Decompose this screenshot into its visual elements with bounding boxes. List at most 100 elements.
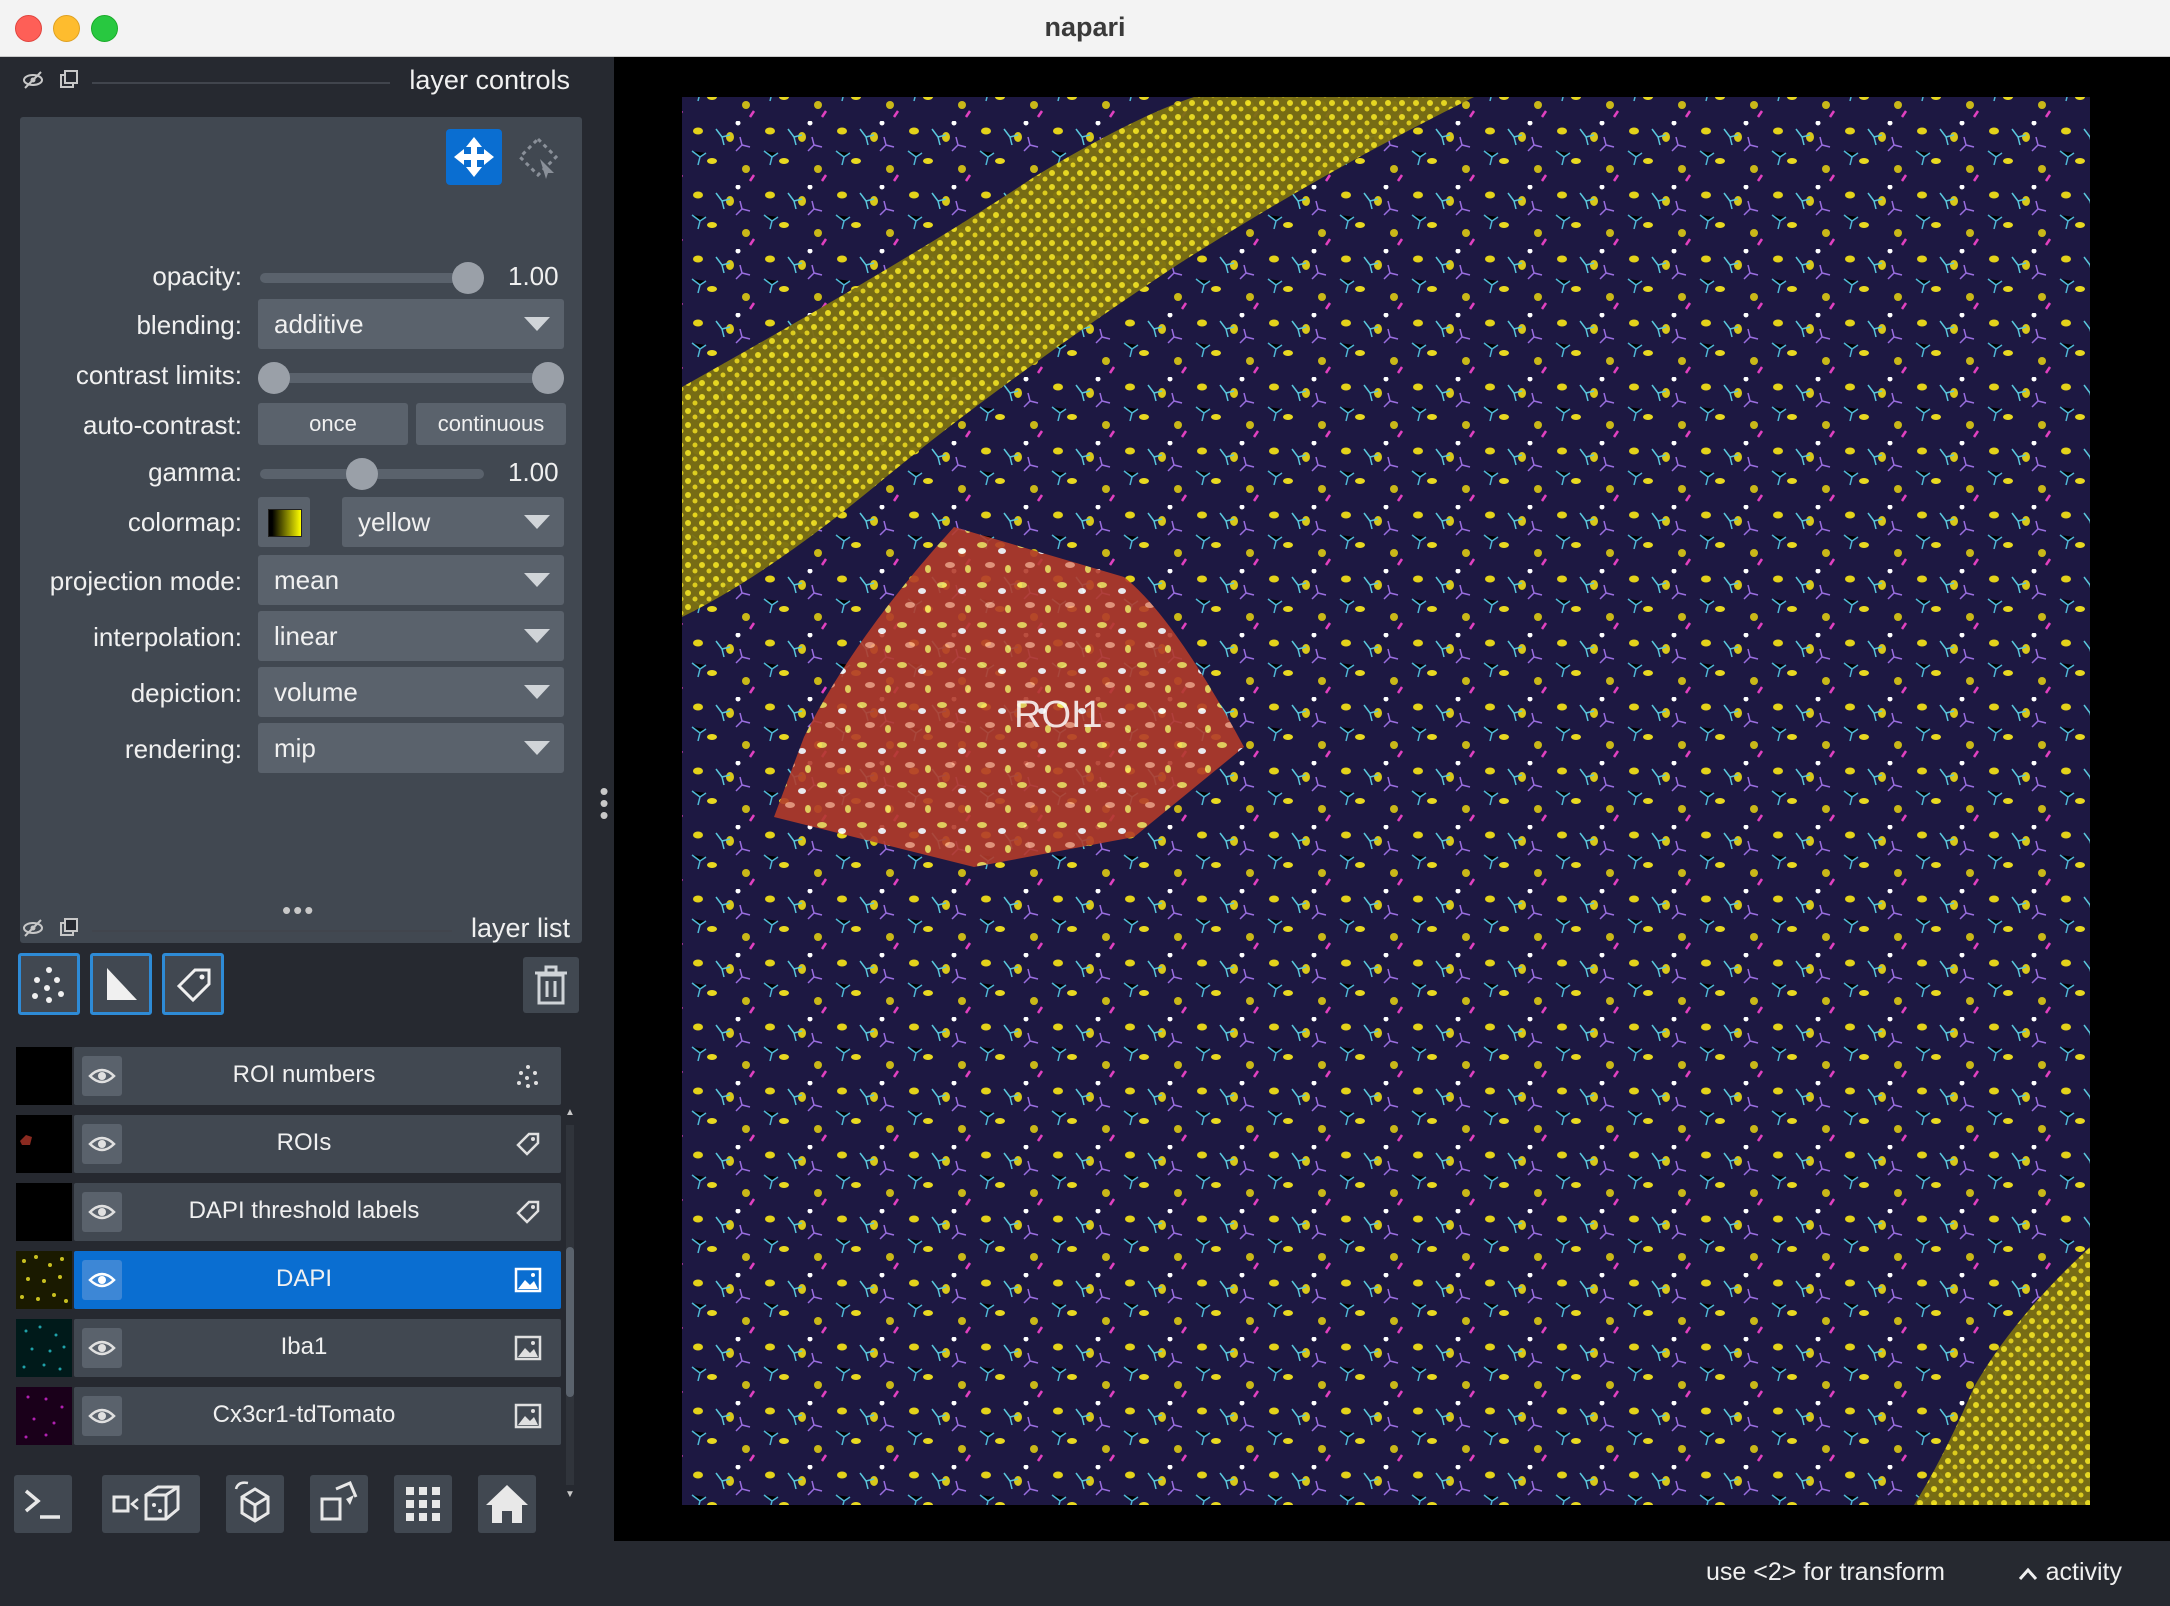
- rendering-dropdown[interactable]: mip: [258, 723, 564, 773]
- new-shapes-layer-button[interactable]: [90, 953, 152, 1015]
- visibility-toggle[interactable]: [82, 1056, 122, 1096]
- layer-row-body[interactable]: DAPI threshold labels: [74, 1183, 561, 1241]
- status-bar: use <2> for transform activity: [600, 1541, 2170, 1606]
- terminal-icon: [24, 1489, 60, 1519]
- projection-mode-value: mean: [274, 565, 340, 595]
- chevron-down-icon: [524, 317, 550, 331]
- layer-name: DAPI threshold labels: [188, 1197, 420, 1224]
- eye-icon: [88, 1272, 116, 1288]
- gamma-label: gamma:: [148, 457, 242, 487]
- points-icon: [513, 1061, 543, 1091]
- activity-button[interactable]: activity: [2017, 1558, 2122, 1587]
- move-arrows-icon: [454, 137, 494, 177]
- transform-mode-button[interactable]: [510, 129, 566, 185]
- layer-thumbnail: [16, 1183, 72, 1241]
- image-icon: [513, 1265, 543, 1295]
- chevron-down-icon: [524, 629, 550, 643]
- visibility-toggle[interactable]: [82, 1260, 122, 1300]
- eye-icon: [88, 1204, 116, 1220]
- pan-zoom-mode-button[interactable]: [446, 129, 502, 185]
- roll-cube-icon: [234, 1481, 270, 1523]
- panel-resize-handle[interactable]: • • •: [598, 778, 610, 828]
- layer-name: Cx3cr1-tdTomato: [212, 1401, 396, 1428]
- opacity-slider[interactable]: [260, 273, 480, 283]
- trash-icon: [535, 965, 567, 1005]
- colormap-value: yellow: [358, 507, 431, 537]
- home-icon: [486, 1485, 528, 1523]
- visibility-toggle[interactable]: [82, 1328, 122, 1368]
- blending-value: additive: [274, 309, 364, 339]
- eye-icon: [88, 1408, 116, 1424]
- colormap-label: colormap:: [127, 507, 242, 537]
- colormap-dropdown[interactable]: yellow: [342, 497, 564, 547]
- auto-contrast-once-button[interactable]: once: [258, 403, 408, 445]
- transpose-icon: [320, 1481, 358, 1521]
- float-panel-icon[interactable]: [22, 917, 44, 939]
- auto-contrast-label: auto-contrast:: [83, 410, 242, 440]
- console-button[interactable]: [14, 1475, 72, 1533]
- colormap-swatch[interactable]: [258, 497, 310, 547]
- header-divider: [92, 930, 452, 932]
- visibility-toggle[interactable]: [82, 1396, 122, 1436]
- layer-thumbnail: [16, 1251, 72, 1309]
- opacity-slider-handle[interactable]: [452, 262, 484, 294]
- layer-row[interactable]: DAPI threshold labels: [16, 1183, 561, 1241]
- left-dock: layer controls opacity: 1.00 blending: a…: [0, 57, 600, 1606]
- contrast-high-handle[interactable]: [532, 362, 564, 394]
- undock-icon[interactable]: [58, 917, 80, 939]
- gamma-slider-handle[interactable]: [346, 458, 378, 490]
- scrollbar-thumb[interactable]: [566, 1247, 574, 1397]
- layer-row[interactable]: Iba1: [16, 1319, 561, 1377]
- activity-label: activity: [2045, 1558, 2122, 1586]
- interpolation-dropdown[interactable]: linear: [258, 611, 564, 661]
- interpolation-value: linear: [274, 621, 338, 651]
- new-points-layer-button[interactable]: [18, 953, 80, 1015]
- new-labels-layer-button[interactable]: [162, 953, 224, 1015]
- layer-row-body[interactable]: ROI numbers: [74, 1047, 561, 1105]
- layer-row-body[interactable]: ROIs: [74, 1115, 561, 1173]
- undock-icon[interactable]: [58, 69, 80, 91]
- visibility-toggle[interactable]: [82, 1124, 122, 1164]
- blending-dropdown[interactable]: additive: [258, 299, 564, 349]
- layer-list-title: layer list: [470, 913, 570, 943]
- layer-row[interactable]: ROIs: [16, 1115, 561, 1173]
- layer-row-body[interactable]: Cx3cr1-tdTomato: [74, 1387, 561, 1445]
- shapes-icon: [107, 968, 137, 1000]
- chevron-down-icon: [524, 685, 550, 699]
- 2d-3d-icon: [112, 1485, 180, 1521]
- layer-list-scrollbar[interactable]: ▲ ▼: [564, 1107, 576, 1507]
- transpose-dims-button[interactable]: [310, 1475, 368, 1533]
- reset-view-button[interactable]: [478, 1475, 536, 1533]
- ndisplay-toggle-button[interactable]: [102, 1475, 200, 1533]
- auto-contrast-continuous-button[interactable]: continuous: [416, 403, 566, 445]
- layer-row[interactable]: Cx3cr1-tdTomato: [16, 1387, 561, 1445]
- layer-row-selected[interactable]: DAPI: [16, 1251, 561, 1309]
- delete-layer-button[interactable]: [523, 957, 579, 1013]
- grid-view-button[interactable]: [394, 1475, 452, 1533]
- visibility-toggle[interactable]: [82, 1192, 122, 1232]
- roi-label: ROI1: [1014, 694, 1103, 736]
- layer-controls-title: layer controls: [409, 65, 570, 95]
- layer-row[interactable]: ROI numbers: [16, 1047, 561, 1105]
- depiction-label: depiction:: [130, 678, 242, 708]
- layer-controls-header: layer controls: [0, 57, 600, 107]
- float-panel-icon[interactable]: [22, 69, 44, 91]
- roll-dims-button[interactable]: [226, 1475, 284, 1533]
- depiction-value: volume: [274, 677, 358, 707]
- scroll-up-icon[interactable]: ▲: [565, 1107, 575, 1118]
- viewer-canvas[interactable]: ROI1: [614, 57, 2170, 1541]
- chevron-down-icon: [524, 573, 550, 587]
- contrast-limits-slider[interactable]: [260, 373, 560, 383]
- layer-row-body[interactable]: DAPI: [74, 1251, 561, 1309]
- depiction-dropdown[interactable]: volume: [258, 667, 564, 717]
- chevron-down-icon: [524, 515, 550, 529]
- colormap-gradient: [268, 509, 302, 537]
- status-hint: use <2> for transform: [1705, 1558, 1945, 1586]
- layer-name: Iba1: [280, 1333, 328, 1360]
- chevron-up-icon: [2017, 1560, 2039, 1589]
- contrast-low-handle[interactable]: [258, 362, 290, 394]
- projection-mode-dropdown[interactable]: mean: [258, 555, 564, 605]
- labels-icon: [513, 1197, 543, 1227]
- image-icon: [513, 1333, 543, 1363]
- layer-row-body[interactable]: Iba1: [74, 1319, 561, 1377]
